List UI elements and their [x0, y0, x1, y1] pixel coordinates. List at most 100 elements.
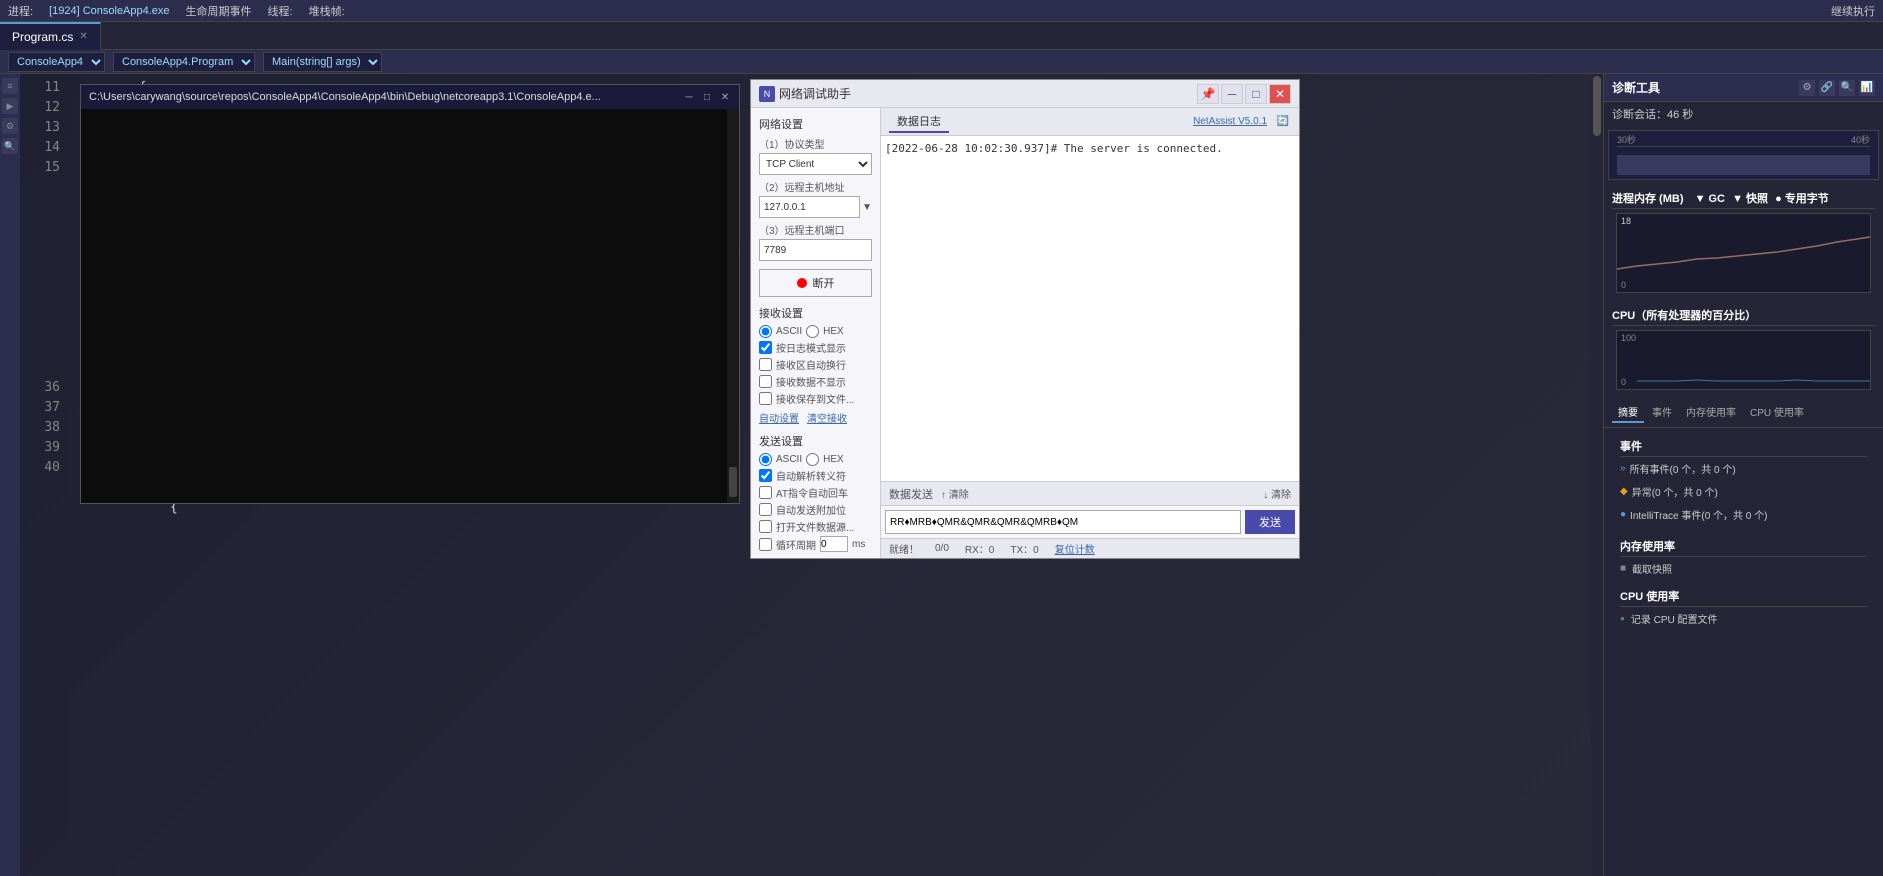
- diag-link-btn[interactable]: 🔗: [1819, 80, 1835, 96]
- na-history-link[interactable]: 历史发送: [807, 556, 847, 558]
- na-recv-ascii-row: ASCII HEX: [759, 325, 872, 338]
- tab-close-btn[interactable]: ✕: [79, 31, 87, 42]
- na-close-btn[interactable]: ✕: [1269, 84, 1291, 104]
- na-send-ascii-radio[interactable]: [759, 453, 772, 466]
- top-toolbar: 进程: [1924] ConsoleApp4.exe 生命周期事件 线程: 堆栈…: [0, 0, 1883, 22]
- na-savefile-row: 接收保存到文件...: [759, 391, 872, 406]
- na-body: 网络设置 （1）协议类型 TCP Client （2）远程主机地址 ▼ （3）远…: [751, 108, 1299, 558]
- console-maximize-btn[interactable]: □: [701, 91, 713, 103]
- na-loop-ms-unit: ms: [852, 539, 865, 550]
- na-loop-cb[interactable]: [759, 538, 772, 551]
- na-protocol-label: （1）协议类型: [759, 136, 872, 151]
- na-logmode-cb[interactable]: [759, 341, 772, 354]
- na-autoadd-cb[interactable]: [759, 503, 772, 516]
- diag-settings-btn[interactable]: ⚙: [1799, 80, 1815, 96]
- na-autoscroll-cb[interactable]: [759, 358, 772, 371]
- class-dropdown[interactable]: ConsoleApp4.Program: [113, 52, 255, 72]
- console-scrollbar[interactable]: [727, 109, 739, 503]
- na-remote-host-label: （2）远程主机地址: [759, 179, 872, 194]
- line-numbers: 11 12 13 14 15 36 37 38 39 40: [20, 74, 68, 876]
- all-events-group: » 所有事件(0 个，共 0 个): [1620, 459, 1867, 478]
- console-scroll-thumb: [729, 467, 737, 497]
- ln-40: 40: [20, 458, 60, 478]
- snapshot-label: ▼ 快照: [1732, 193, 1768, 205]
- diag-tab-memory[interactable]: 内存使用率: [1680, 402, 1742, 423]
- na-recv-title: 接收设置: [759, 305, 872, 321]
- na-send-area-label: 数据发送: [889, 486, 933, 502]
- na-recv-hex-radio[interactable]: [806, 325, 819, 338]
- na-send-enc-row: ASCII HEX: [759, 453, 872, 466]
- na-protocol-select[interactable]: TCP Client: [759, 153, 872, 175]
- na-pin-btn[interactable]: 📌: [1197, 84, 1219, 104]
- console-close-btn[interactable]: ✕: [719, 91, 731, 103]
- project-dropdown[interactable]: ConsoleApp4: [8, 52, 105, 72]
- na-minimize-btn[interactable]: ─: [1221, 84, 1243, 104]
- na-send-btn[interactable]: 发送: [1245, 510, 1295, 534]
- na-savefile-cb[interactable]: [759, 392, 772, 405]
- diag-search-btn[interactable]: 🔍: [1839, 80, 1855, 96]
- na-send-title: 发送设置: [759, 433, 872, 449]
- na-autoset-link[interactable]: 自动设置: [759, 410, 799, 425]
- na-send-input[interactable]: [885, 510, 1241, 534]
- na-send-hex-radio[interactable]: [806, 453, 819, 466]
- na-maximize-btn[interactable]: □: [1245, 84, 1267, 104]
- console-titlebar: C:\Users\carywang\source\repos\ConsoleAp…: [81, 85, 739, 109]
- gutter-icon-1: ≡: [2, 78, 18, 94]
- scrollbar-thumb[interactable]: [1593, 76, 1601, 136]
- diag-memory-title: 进程内存 (MB) ▼ GC ▼ 快照 ● 专用字节: [1612, 188, 1875, 209]
- na-refresh-btn[interactable]: 🔄: [1275, 114, 1291, 130]
- console-title: C:\Users\carywang\source\repos\ConsoleAp…: [89, 91, 601, 103]
- na-reset-btn[interactable]: 复位计数: [1055, 541, 1095, 556]
- na-autoadd-row: 自动发送附加位: [759, 502, 872, 517]
- netassist-window[interactable]: N 网络调试助手 📌 ─ □ ✕ 网络设置 （1）协议类型 T: [750, 79, 1300, 559]
- na-loop-label: 循环周期: [776, 537, 816, 552]
- all-events-title: » 所有事件(0 个，共 0 个): [1620, 459, 1867, 478]
- console-content: [81, 109, 739, 503]
- na-noshow-cb[interactable]: [759, 375, 772, 388]
- na-quicksend-link[interactable]: 快捷发送: [759, 556, 799, 558]
- diag-header: 诊断工具 ⚙ 🔗 🔍 📊: [1604, 74, 1883, 102]
- left-gutter: ≡ ▶ ⚙ 🔍: [0, 74, 20, 876]
- na-remote-host-input[interactable]: [759, 196, 860, 218]
- na-autoescape-cb[interactable]: [759, 469, 772, 482]
- na-clearrecv-link[interactable]: 清空接收: [807, 410, 847, 425]
- na-datalog-tab[interactable]: 数据日志: [889, 111, 949, 133]
- na-network-config-title: 网络设置: [759, 116, 872, 132]
- cpu-record-label: 记录 CPU 配置文件: [1631, 611, 1718, 626]
- na-recv-ascii-radio[interactable]: [759, 325, 772, 338]
- timeline-scale: 30秒 40秒: [1617, 133, 1870, 147]
- na-openfile-cb[interactable]: [759, 520, 772, 533]
- code-scrollbar[interactable]: [1591, 74, 1603, 876]
- na-counter: 0/0: [935, 543, 949, 554]
- diag-tab-summary[interactable]: 摘要: [1612, 402, 1644, 423]
- method-dropdown[interactable]: Main(string[] args): [263, 52, 382, 72]
- console-controls: ─ □ ✕: [683, 91, 731, 103]
- na-remote-port-input[interactable]: [759, 239, 872, 261]
- code-editor[interactable]: 11 12 13 14 15 36 37 38 39 40 { 0 个引用 st: [20, 74, 1603, 876]
- cpu-chart: 100 0: [1616, 330, 1871, 390]
- diag-tab-cpu[interactable]: CPU 使用率: [1744, 402, 1810, 423]
- na-send-clear-btn1[interactable]: ↑ 清除: [941, 486, 969, 501]
- diag-chart-btn[interactable]: 📊: [1859, 80, 1875, 96]
- na-atauto-cb[interactable]: [759, 486, 772, 499]
- na-version[interactable]: NetAssist V5.0.1: [1193, 116, 1267, 127]
- na-connect-btn[interactable]: 断开: [759, 269, 872, 297]
- na-connect-label: 断开: [813, 275, 835, 291]
- na-noshow-row: 接收数据不显示: [759, 374, 872, 389]
- na-title-text: 网络调试助手: [779, 85, 851, 102]
- na-send-hex-label: HEX: [823, 454, 844, 465]
- na-loop-ms-input[interactable]: [820, 536, 848, 552]
- na-send-section: 发送设置 ASCII HEX 自动解析转义符: [759, 433, 872, 558]
- na-data-log[interactable]: [2022-06-28 10:02:30.937]# The server is…: [881, 136, 1299, 481]
- exceptions-label: 异常(0 个，共 0 个): [1632, 484, 1718, 499]
- console-minimize-btn[interactable]: ─: [683, 91, 695, 103]
- cpu-min-label: 0: [1621, 377, 1636, 387]
- diag-tab-events[interactable]: 事件: [1646, 402, 1678, 423]
- console-window[interactable]: C:\Users\carywang\source\repos\ConsoleAp…: [80, 84, 740, 504]
- na-send-clear-btn2[interactable]: ↓ 清除: [1263, 486, 1291, 501]
- snapshot-item: ■ 截取快照: [1620, 559, 1867, 578]
- na-atauto-row: AT指令自动回车: [759, 485, 872, 500]
- tab-program-cs[interactable]: Program.cs ✕: [0, 22, 101, 50]
- cpu-record-icon: ●: [1620, 614, 1625, 623]
- ln-14: 14: [20, 138, 60, 158]
